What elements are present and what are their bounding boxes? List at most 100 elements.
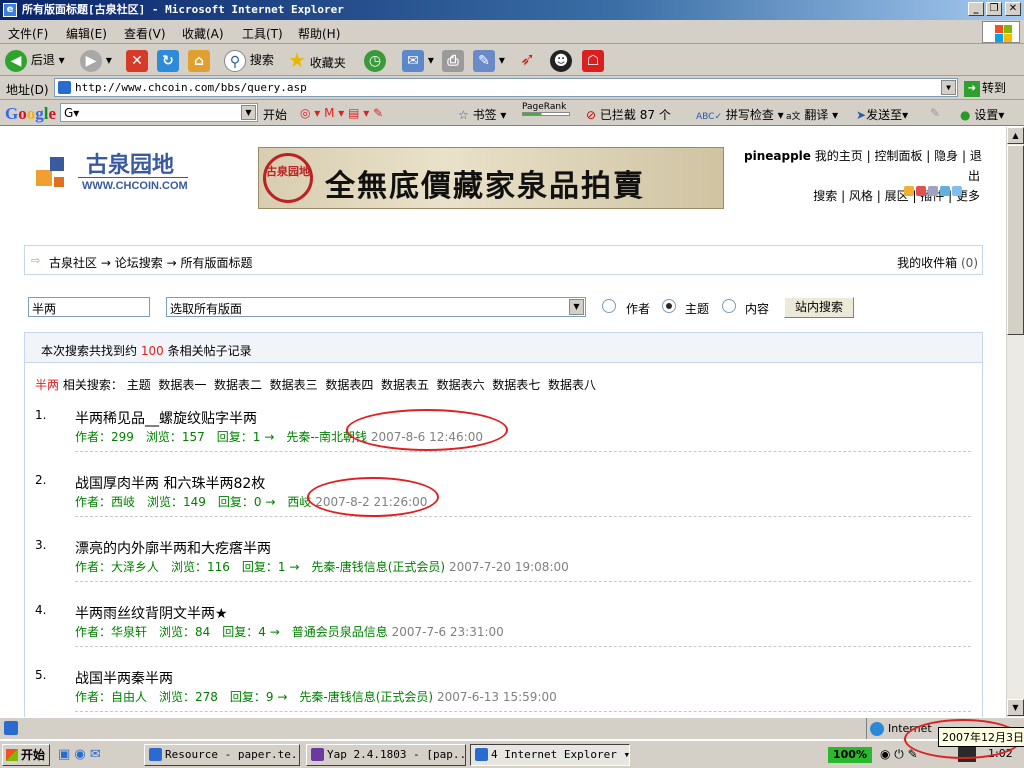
- related-link[interactable]: 数据表二: [214, 378, 262, 392]
- username[interactable]: pineapple: [744, 149, 811, 163]
- logo-square-icon: [54, 177, 64, 187]
- yap-icon: [311, 748, 324, 761]
- go-button[interactable]: ➜ 转到: [964, 79, 1006, 97]
- breadcrumb: ⇨ 古泉社区 → 论坛搜索 → 所有版面标题 我的收件箱 (0): [24, 245, 983, 275]
- minimize-button[interactable]: _: [968, 2, 984, 16]
- select-arrow-icon[interactable]: ▼: [569, 299, 584, 315]
- link-style[interactable]: 风格: [849, 189, 873, 203]
- settings-button[interactable]: ● 设置▾: [960, 106, 1004, 123]
- task-ie[interactable]: 4 Internet Explorer ▾: [470, 744, 630, 766]
- auction-banner[interactable]: 古泉园地 全無底價藏家泉品拍賣: [258, 147, 724, 209]
- result-title-link[interactable]: 漂亮的内外廓半两和大疙瘩半两: [75, 538, 271, 558]
- task-yap[interactable]: Yap 2.4.1803 - [pap...: [306, 744, 466, 766]
- google-start[interactable]: 开始: [263, 106, 287, 123]
- forward-button[interactable]: ▶ ▾: [80, 48, 112, 72]
- stop-button[interactable]: ✕: [126, 48, 148, 72]
- menu-tools[interactable]: 工具(T): [242, 25, 283, 42]
- scroll-thumb[interactable]: [1007, 145, 1024, 335]
- menu-help[interactable]: 帮助(H): [298, 25, 340, 42]
- back-button[interactable]: ◀ 后退 ▾: [5, 48, 65, 72]
- pencil-icon[interactable]: ✎: [930, 106, 940, 120]
- related-link[interactable]: 数据表三: [270, 378, 318, 392]
- vertical-scrollbar[interactable]: ▲ ▼: [1006, 127, 1024, 717]
- search-results: 本次搜索共找到约 100 条相关帖子记录 半两 相关搜索： 主题 数据表一 数据…: [24, 332, 983, 717]
- start-button[interactable]: 开始: [2, 744, 50, 766]
- print-button[interactable]: ⎙: [442, 48, 464, 72]
- google-search-input[interactable]: G▾ ▼: [60, 103, 258, 122]
- link-control-panel[interactable]: 控制面板: [874, 149, 922, 163]
- spellcheck-button[interactable]: ABC✓ 拼写检查 ▾: [696, 106, 784, 123]
- mail-button[interactable]: ✉ ▾: [402, 48, 434, 72]
- menu-favorites[interactable]: 收藏(A): [182, 25, 224, 42]
- search-keyword-input[interactable]: 半两: [28, 297, 150, 317]
- site-logo[interactable]: 古泉园地 WWW.CHCOIN.COM: [36, 147, 196, 199]
- menu-view[interactable]: 查看(V): [124, 25, 166, 42]
- result-date: 2007-7-20 19:08:00: [448, 560, 569, 574]
- address-input[interactable]: http://www.chcoin.com/bbs/query.asp ▼: [54, 78, 958, 97]
- send-to-button[interactable]: ➤发送至▾: [856, 106, 908, 123]
- arrow-right-icon: ⇨: [31, 254, 41, 267]
- blocker-icon: ⊘: [586, 108, 597, 122]
- favorites-button[interactable]: ★ 收藏夹: [288, 48, 346, 72]
- result-title-link[interactable]: 战国半两秦半两: [75, 668, 173, 688]
- link-logout[interactable]: 退: [970, 149, 982, 163]
- result-number: 1.: [35, 408, 47, 422]
- crumb-home[interactable]: 古泉社区: [49, 256, 97, 270]
- annotation-ellipse: [307, 477, 439, 517]
- home-button[interactable]: ⌂: [188, 48, 210, 72]
- ie-window: e 所有版面标题[古泉社区] - Microsoft Internet Expl…: [0, 0, 1024, 768]
- related-link[interactable]: 数据表一: [158, 378, 206, 392]
- bookmarks-button[interactable]: ☆ 书签 ▾: [458, 106, 506, 123]
- related-link[interactable]: 数据表八: [548, 378, 596, 392]
- results-summary: 本次搜索共找到约 100 条相关帖子记录: [25, 333, 982, 363]
- logo-url: WWW.CHCOIN.COM: [82, 180, 188, 192]
- task-resource[interactable]: Resource - paper.te...: [144, 744, 300, 766]
- radio-content[interactable]: [722, 299, 736, 313]
- history-button[interactable]: ◷: [364, 48, 386, 72]
- style-color-icons[interactable]: [904, 182, 962, 202]
- inbox-link[interactable]: 我的收件箱: [897, 256, 957, 270]
- send-icon: ➤: [856, 108, 867, 122]
- related-link[interactable]: 数据表六: [437, 378, 485, 392]
- board-select[interactable]: 选取所有版面 ▼: [166, 297, 586, 317]
- qq-button[interactable]: ☻: [550, 48, 572, 72]
- related-keyword: 半两: [35, 378, 60, 392]
- result-number: 4.: [35, 603, 47, 617]
- plugin-button[interactable]: ☖: [582, 48, 604, 72]
- radio-author[interactable]: [602, 299, 616, 313]
- pagerank-meter: PageRank: [522, 102, 570, 116]
- close-button[interactable]: ✕: [1005, 2, 1021, 16]
- site-search-button[interactable]: 站内搜索: [784, 297, 854, 318]
- google-logo: Google: [5, 104, 57, 123]
- radio-subject[interactable]: [662, 299, 676, 313]
- crumb-search[interactable]: 论坛搜索: [115, 256, 163, 270]
- related-link[interactable]: 主题: [127, 378, 151, 392]
- result-title-link[interactable]: 半两雨丝纹背阴文半两★: [75, 603, 228, 623]
- related-link[interactable]: 数据表五: [381, 378, 429, 392]
- link-search[interactable]: 搜索: [813, 189, 837, 203]
- home-icon: ⌂: [188, 49, 210, 72]
- related-link[interactable]: 数据表七: [492, 378, 540, 392]
- quick-launch-icons[interactable]: ▣ ◉ ✉: [58, 747, 101, 762]
- search-button[interactable]: ⚲ 搜索: [224, 48, 274, 72]
- messenger-button[interactable]: ➶: [520, 48, 535, 72]
- link-logout-cont[interactable]: 出: [968, 169, 980, 183]
- google-dropdown-icon[interactable]: ▼: [241, 105, 256, 120]
- related-link[interactable]: 数据表四: [325, 378, 373, 392]
- zoom-indicator[interactable]: 100%: [828, 747, 872, 763]
- menu-file[interactable]: 文件(F): [8, 25, 48, 42]
- link-homepage[interactable]: 我的主页: [815, 149, 863, 163]
- restore-button[interactable]: ❐: [986, 2, 1002, 16]
- address-dropdown-icon[interactable]: ▼: [941, 80, 956, 95]
- google-tool-icons[interactable]: ◎ ▾ M ▾ ▤ ▾ ✎: [300, 106, 383, 120]
- link-invisible[interactable]: 隐身: [934, 149, 958, 163]
- scroll-down-icon[interactable]: ▼: [1007, 699, 1024, 716]
- translate-button[interactable]: a文 翻译 ▾: [786, 106, 838, 123]
- menu-edit[interactable]: 编辑(E): [66, 25, 107, 42]
- refresh-button[interactable]: ↻: [157, 48, 179, 72]
- scroll-up-icon[interactable]: ▲: [1007, 127, 1024, 144]
- popup-blocker[interactable]: ⊘ 已拦截 87 个: [586, 106, 671, 123]
- edit-button[interactable]: ✎ ▾: [473, 48, 505, 72]
- result-title-link[interactable]: 战国厚肉半两 和六珠半两82枚: [75, 473, 265, 493]
- result-title-link[interactable]: 半两稀见品__螺旋纹贴字半两: [75, 408, 257, 428]
